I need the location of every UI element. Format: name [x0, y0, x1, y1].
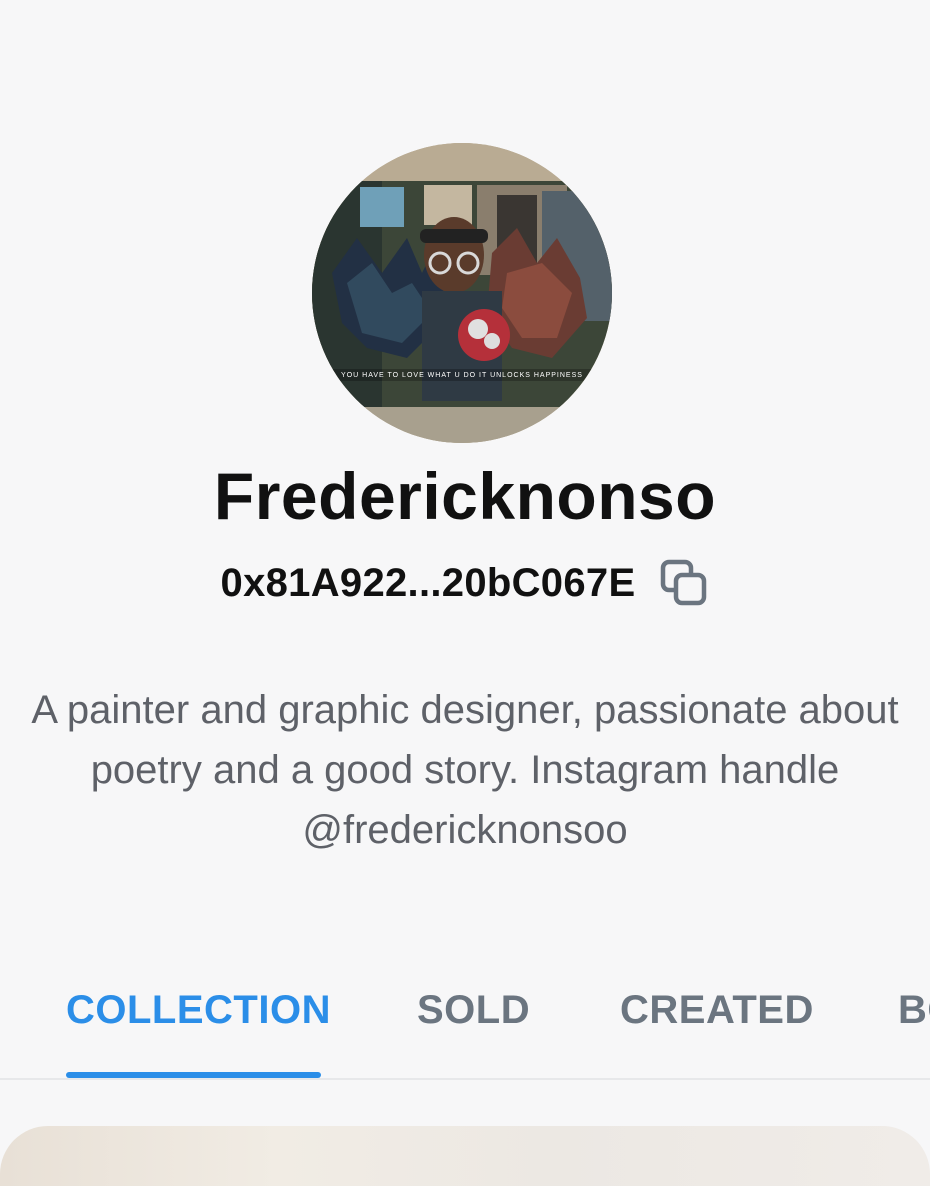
- tab-more[interactable]: BO: [898, 988, 930, 1033]
- wallet-address: 0x81A922...20bC067E: [220, 560, 636, 605]
- tab-sold[interactable]: SOLD: [417, 988, 530, 1033]
- nft-card-preview[interactable]: [0, 1126, 930, 1186]
- avatar-caption: YOU HAVE TO LOVE WHAT U DO IT UNLOCKS HA…: [341, 372, 583, 379]
- active-tab-indicator: [66, 1072, 321, 1078]
- profile-tabs: COLLECTION SOLD CREATED BO: [0, 978, 930, 1080]
- avatar[interactable]: YOU HAVE TO LOVE WHAT U DO IT UNLOCKS HA…: [312, 143, 612, 443]
- username: Fredericknonso: [213, 459, 717, 533]
- avatar-image: YOU HAVE TO LOVE WHAT U DO IT UNLOCKS HA…: [312, 143, 612, 443]
- profile-bio: A painter and graphic designer, passiona…: [31, 688, 899, 852]
- tab-created[interactable]: CREATED: [620, 988, 814, 1033]
- tab-collection[interactable]: COLLECTION: [66, 988, 331, 1033]
- wallet-address-row: 0x81A922...20bC067E: [0, 558, 930, 608]
- copy-icon[interactable]: [659, 558, 709, 608]
